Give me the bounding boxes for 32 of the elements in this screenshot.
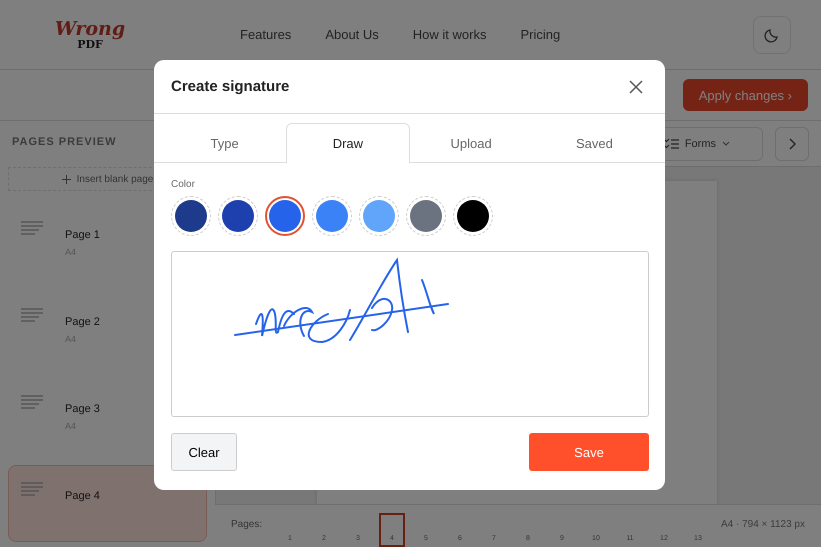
plus-icon (62, 174, 71, 184)
page-name: Page 3 (65, 403, 100, 416)
clear-button[interactable]: Clear (171, 433, 237, 471)
nav-link[interactable]: Features (240, 27, 292, 42)
tab[interactable]: Draw (286, 123, 410, 163)
nav-link[interactable]: About Us (325, 27, 379, 42)
apply-changes-button[interactable]: Apply changes › (682, 79, 808, 111)
color-label: Color (171, 179, 196, 190)
page-name: Page 4 (65, 490, 100, 502)
chevron-right-icon (788, 138, 796, 150)
moon-icon (764, 26, 780, 42)
checklist-icon (664, 138, 679, 150)
chevron-down-icon (722, 141, 730, 146)
dialog-title: Create signature (171, 78, 290, 95)
page-lines-icon (21, 308, 43, 322)
tab[interactable]: Upload (410, 123, 533, 163)
close-icon (629, 80, 643, 94)
tab[interactable]: Type (163, 123, 286, 163)
page-name: Page 1 (65, 229, 100, 242)
save-button[interactable]: Save (529, 433, 649, 471)
page-lines-icon (21, 482, 43, 496)
theme-toggle-button[interactable] (753, 16, 791, 54)
nav-link[interactable]: How it works (412, 27, 486, 42)
close-button[interactable] (629, 80, 643, 94)
page-dimensions: A4 · 794 × 1123 px (720, 519, 805, 530)
page-lines-icon (21, 395, 43, 410)
page-lines-icon (21, 221, 43, 236)
nav-link[interactable]: Pricing (520, 27, 560, 42)
page-thumbnail-item[interactable]: Page 4 (8, 465, 207, 542)
pages-label: Pages: (231, 519, 264, 530)
logo[interactable]: Wrong PDF (50, 20, 130, 50)
page-name: Page 2 (65, 316, 100, 328)
